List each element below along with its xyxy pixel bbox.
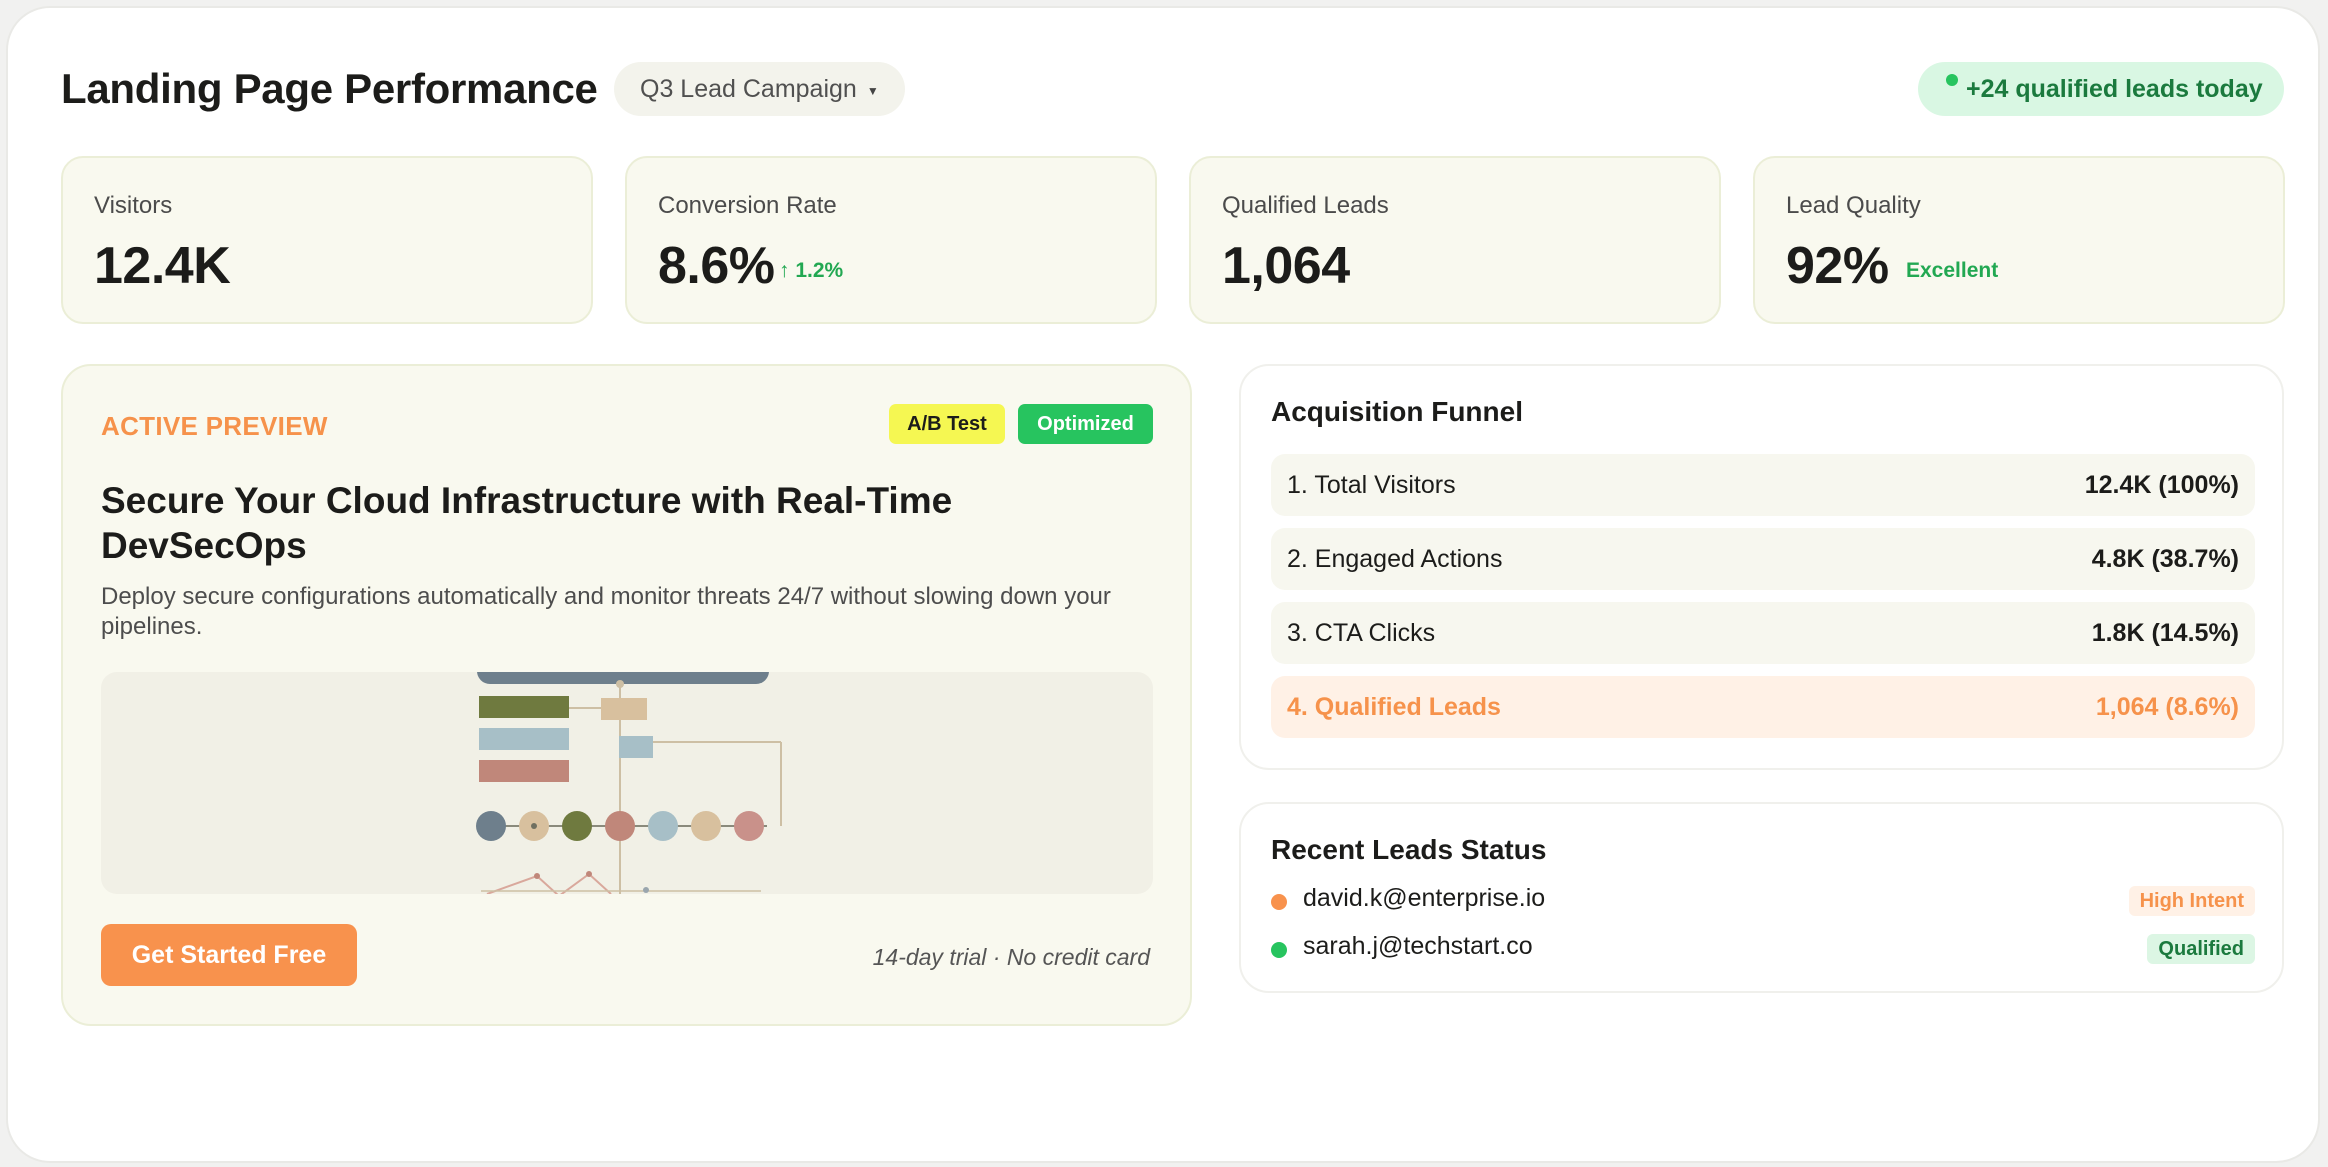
preview-subtext: Deploy secure configurations automatical…: [101, 583, 1111, 640]
kpi-value: 8.6%: [658, 237, 775, 295]
kpi-label: Qualified Leads: [1222, 192, 1389, 219]
lead-status-badge: High Intent: [2128, 886, 2255, 916]
funnel-row-value: 1,064 (8.6%): [2095, 692, 2239, 721]
dashboard-panel: Landing Page Performance Q3 Lead Campaig…: [6, 6, 2320, 1163]
kpi-value: 92%: [1786, 237, 1889, 295]
optimized-badge: Optimized: [1018, 404, 1153, 444]
funnel-row-value: 1.8K (14.5%): [2091, 618, 2239, 647]
kpi-card-qualified-leads: Qualified Leads 1,064: [1189, 156, 1721, 324]
funnel-row-label: 2. Engaged Actions: [1287, 544, 1503, 573]
kpi-value: 1,064: [1222, 237, 1350, 295]
funnel-title: Acquisition Funnel: [1271, 396, 1523, 427]
kpi-label: Visitors: [94, 192, 173, 219]
kpi-quality-rating: Excellent: [1906, 259, 1999, 282]
funnel-row-qualified-leads: 4. Qualified Leads 1,064 (8.6%): [1271, 676, 2255, 738]
funnel-row-value: 4.8K (38.7%): [2091, 544, 2239, 573]
acquisition-funnel-card: Acquisition Funnel 1. Total Visitors 12.…: [1239, 364, 2284, 770]
architecture-diagram-graphic: [476, 672, 782, 894]
funnel-row-engaged-actions: 2. Engaged Actions 4.8K (38.7%): [1271, 528, 2255, 590]
kpi-label: Lead Quality: [1786, 192, 1921, 219]
lead-status-badge: Qualified: [2147, 934, 2255, 964]
chevron-down-icon: ▼: [866, 84, 879, 98]
funnel-row-label: 3. CTA Clicks: [1287, 618, 1436, 647]
lead-status-dot-icon: [1271, 894, 1287, 910]
kpi-card-conversion-rate: Conversion Rate 8.6% ↑ 1.2%: [625, 156, 1157, 324]
preview-illustration: [101, 672, 1153, 894]
status-dot-icon: [1946, 74, 1958, 86]
recent-leads-title: Recent Leads Status: [1271, 834, 1547, 865]
lead-status-dot-icon: [1271, 942, 1287, 958]
funnel-row-cta-clicks: 3. CTA Clicks 1.8K (14.5%): [1271, 602, 2255, 664]
campaign-select-label: Q3 Lead Campaign: [640, 74, 857, 103]
get-started-button[interactable]: Get Started Free: [101, 924, 357, 986]
kpi-card-lead-quality: Lead Quality 92% Excellent: [1753, 156, 2285, 324]
preview-eyebrow: ACTIVE PREVIEW: [101, 411, 328, 441]
funnel-row-value: 12.4K (100%): [2084, 470, 2239, 499]
leads-today-badge: +24 qualified leads today: [1918, 62, 2284, 116]
lead-row[interactable]: david.k@enterprise.io High Intent: [1271, 884, 2255, 918]
kpi-value: 12.4K: [94, 237, 231, 295]
lead-row[interactable]: sarah.j@techstart.co Qualified: [1271, 932, 2255, 966]
kpi-card-visitors: Visitors 12.4K: [61, 156, 593, 324]
trial-note: 14-day trial · No credit card: [872, 944, 1150, 970]
campaign-select[interactable]: Q3 Lead Campaign ▼: [614, 62, 905, 116]
page-title: Landing Page Performance: [61, 65, 598, 112]
kpi-delta: ↑ 1.2%: [779, 259, 844, 282]
funnel-row-total-visitors: 1. Total Visitors 12.4K (100%): [1271, 454, 2255, 516]
funnel-row-label: 1. Total Visitors: [1287, 470, 1456, 499]
preview-headline: Secure Your Cloud Infrastructure with Re…: [101, 480, 953, 566]
lead-email: david.k@enterprise.io: [1303, 884, 1546, 912]
funnel-row-label: 4. Qualified Leads: [1287, 692, 1501, 721]
leads-today-text: +24 qualified leads today: [1966, 75, 2263, 103]
kpi-label: Conversion Rate: [658, 192, 837, 219]
recent-leads-card: Recent Leads Status david.k@enterprise.i…: [1239, 802, 2284, 993]
lead-email: sarah.j@techstart.co: [1303, 932, 1533, 960]
active-preview-card: ACTIVE PREVIEW A/B Test Optimized Secure…: [61, 364, 1192, 1026]
ab-test-badge: A/B Test: [889, 404, 1005, 444]
